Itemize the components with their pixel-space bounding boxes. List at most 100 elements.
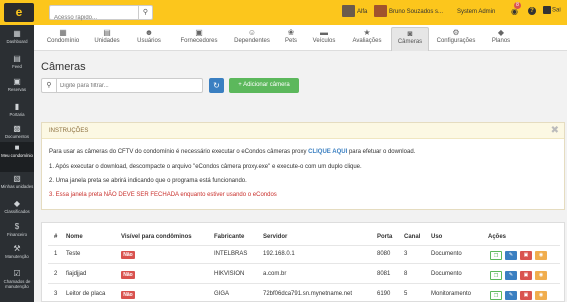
sidebar-item-label: Minhas unidades bbox=[0, 184, 34, 189]
sidebar-item-label: Dashboard bbox=[6, 39, 28, 44]
column-header[interactable]: Uso bbox=[431, 234, 442, 240]
logout-button[interactable]: Sai bbox=[543, 6, 561, 14]
gear-icon: ⚙ bbox=[452, 28, 460, 37]
instructions-line-1: Para usar as câmeras do CFTV do condomín… bbox=[49, 149, 415, 155]
tab-unidades[interactable]: ▤ Unidades bbox=[90, 27, 124, 51]
cell-manufacturer: INTELBRAS bbox=[214, 251, 248, 257]
divider bbox=[48, 263, 560, 264]
sidebar: ▦ Dashboard ▤ Feed ▣ Reservas ▮ Portaria ▩ Do… bbox=[0, 25, 34, 302]
quick-search[interactable]: ⚲ bbox=[49, 5, 153, 25]
sidebar-item-financeiro[interactable]: $ Financeiro bbox=[0, 221, 34, 245]
column-header[interactable]: Visível para condôminos bbox=[121, 234, 192, 240]
role-label[interactable]: System Admin bbox=[457, 5, 495, 20]
column-header[interactable]: Nome bbox=[66, 234, 83, 240]
ticket-icon: ☑ bbox=[13, 269, 21, 278]
sidebar-item-meu-condominio[interactable]: ■ Meu condomínio bbox=[0, 142, 34, 172]
cell-channel: 5 bbox=[404, 291, 408, 297]
tab-pets[interactable]: ❀ Pets bbox=[281, 27, 301, 51]
delete-button[interactable]: ▣ bbox=[520, 291, 532, 300]
instructions-line-3: 2. Uma janela preta se abrirá indicando … bbox=[49, 178, 247, 184]
sidebar-item-dashboard[interactable]: ▦ Dashboard bbox=[0, 28, 34, 52]
door-icon: ▮ bbox=[14, 102, 20, 111]
column-header[interactable]: Canal bbox=[404, 234, 420, 240]
instructions-text: para efetuar o download. bbox=[348, 149, 416, 155]
app-logo[interactable]: e bbox=[4, 3, 34, 22]
sidebar-item-minhas-unidades[interactable]: ▧ Minhas unidades bbox=[0, 173, 34, 201]
tab-fornecedores[interactable]: ▣ Fornecedores bbox=[176, 27, 222, 51]
sidebar-item-chamados[interactable]: ☑ Chamados de manutenção bbox=[0, 268, 34, 298]
cell-usage: Monitoramento bbox=[431, 291, 472, 297]
dashboard-icon: ▦ bbox=[13, 29, 21, 38]
sidebar-item-classificados[interactable]: ◆ Classificados bbox=[0, 198, 34, 222]
tab-dependentes[interactable]: ☺ Dependentes bbox=[230, 27, 274, 51]
quick-search-input[interactable] bbox=[50, 11, 135, 25]
cell-channel: 3 bbox=[404, 251, 408, 257]
cell-usage: Documento bbox=[431, 251, 462, 257]
tab-label: Avaliações bbox=[352, 38, 382, 44]
instructions-line-2: 1. Após executar o download, descompacte… bbox=[49, 164, 362, 170]
edit-button[interactable]: ✎ bbox=[505, 291, 517, 300]
tab-veiculos[interactable]: ▬ Veículos bbox=[309, 27, 339, 51]
visibility-badge: Não bbox=[121, 271, 135, 279]
tab-avaliacoes[interactable]: ★ Avaliações bbox=[348, 27, 386, 51]
tab-planos[interactable]: ◆ Planos bbox=[487, 27, 515, 51]
documents-icon: ▩ bbox=[13, 124, 21, 133]
delete-button[interactable]: ▣ bbox=[520, 251, 532, 260]
tab-usuarios[interactable]: ☻ Usuários bbox=[132, 27, 166, 51]
condo-selector[interactable]: Alfa bbox=[342, 5, 367, 20]
column-header[interactable]: Porta bbox=[377, 234, 392, 240]
tab-condominio[interactable]: ▦ Condomínio bbox=[43, 27, 83, 51]
filter-box[interactable]: ⚲ bbox=[41, 78, 203, 93]
help-icon[interactable]: ? bbox=[528, 7, 536, 15]
cell-number: 3 bbox=[54, 291, 58, 297]
users-icon: ☻ bbox=[144, 28, 154, 37]
cell-usage: Documento bbox=[431, 271, 462, 277]
tab-label: Configurações bbox=[436, 38, 476, 44]
camera-view-button[interactable]: ◉ bbox=[535, 271, 547, 280]
close-icon[interactable]: ✖ bbox=[551, 125, 559, 136]
search-icon[interactable]: ⚲ bbox=[138, 6, 152, 19]
instructions-panel: INSTRUÇÕES ✖ Para usar as câmeras do CFT… bbox=[41, 122, 565, 210]
sidebar-item-label: Feed bbox=[12, 64, 22, 69]
page-title: Câmeras bbox=[41, 61, 86, 73]
cell-number: 1 bbox=[54, 251, 58, 257]
sidebar-item-label: Meu condomínio bbox=[1, 153, 33, 158]
copy-button[interactable]: ❐ bbox=[490, 291, 502, 300]
camera-view-button[interactable]: ◉ bbox=[535, 251, 547, 260]
refresh-button[interactable]: ↻ bbox=[209, 78, 224, 93]
feed-icon: ▤ bbox=[13, 54, 21, 63]
building-icon: ▦ bbox=[59, 28, 67, 37]
cell-port: 8080 bbox=[377, 251, 391, 257]
tab-cameras[interactable]: ◙ Câmeras bbox=[391, 27, 429, 51]
add-camera-button[interactable]: + Adicionar câmera bbox=[229, 78, 299, 93]
delete-button[interactable]: ▣ bbox=[520, 271, 532, 280]
top-bar: e ⚲ Alfa Bruno Souzados s... System Admi… bbox=[0, 0, 567, 25]
sidebar-item-portaria[interactable]: ▮ Portaria bbox=[0, 101, 34, 125]
refresh-icon: ↻ bbox=[213, 81, 220, 90]
sidebar-item-reservas[interactable]: ▣ Reservas bbox=[0, 76, 34, 100]
copy-button[interactable]: ❐ bbox=[490, 271, 502, 280]
column-header[interactable]: Servidor bbox=[263, 234, 287, 240]
cell-manufacturer: GIGA bbox=[214, 291, 230, 297]
edit-button[interactable]: ✎ bbox=[505, 271, 517, 280]
camera-view-button[interactable]: ◉ bbox=[535, 291, 547, 300]
cell-port: 8081 bbox=[377, 271, 391, 277]
tab-label: Condomínio bbox=[46, 38, 80, 44]
sidebar-item-manutencao[interactable]: ⚒ Manutenção bbox=[0, 243, 34, 267]
user-menu[interactable]: Bruno Souzados s... bbox=[374, 5, 443, 20]
download-link[interactable]: CLIQUE AQUI bbox=[308, 149, 347, 155]
car-icon: ▬ bbox=[320, 28, 328, 37]
tab-label: Planos bbox=[491, 38, 511, 44]
tab-configuracoes[interactable]: ⚙ Configurações bbox=[433, 27, 479, 51]
suppliers-icon: ▣ bbox=[195, 28, 203, 37]
copy-button[interactable]: ❐ bbox=[490, 251, 502, 260]
filter-input[interactable] bbox=[60, 80, 200, 91]
edit-button[interactable]: ✎ bbox=[505, 251, 517, 260]
sidebar-item-label: Classificados bbox=[4, 209, 30, 214]
column-header[interactable]: Fabricante bbox=[214, 234, 244, 240]
sidebar-item-feed[interactable]: ▤ Feed bbox=[0, 53, 34, 77]
tab-label: Unidades bbox=[94, 38, 120, 44]
cell-name: Leitor de placa bbox=[66, 291, 106, 297]
building-icon: ■ bbox=[14, 143, 20, 152]
tab-bar: ▦ Condomínio ▤ Unidades ☻ Usuários ▣ Fornece… bbox=[34, 25, 567, 51]
